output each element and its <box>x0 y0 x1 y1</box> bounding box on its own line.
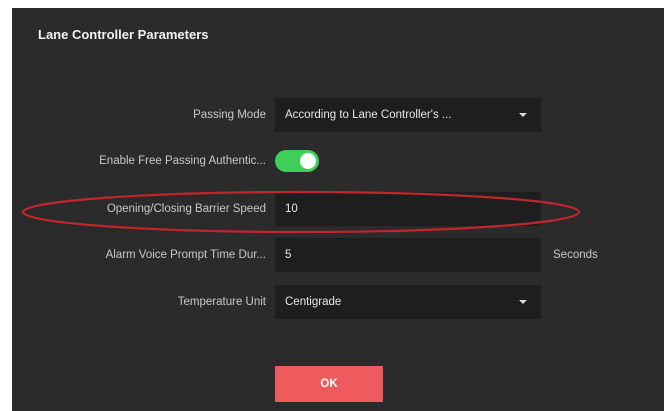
alarm-voice-prompt-unit: Seconds <box>553 249 598 261</box>
free-passing-auth-row: Enable Free Passing Authentic... <box>0 144 672 178</box>
temperature-unit-select[interactable]: Centigrade <box>275 285 541 319</box>
passing-mode-value: According to Lane Controller's ... <box>285 109 452 121</box>
alarm-voice-prompt-input[interactable]: 5 <box>275 238 541 272</box>
temperature-unit-value: Centigrade <box>285 296 342 308</box>
chevron-down-icon <box>519 113 527 117</box>
passing-mode-label: Passing Mode <box>193 109 266 121</box>
alarm-voice-prompt-row: Alarm Voice Prompt Time Dur... 5 Seconds <box>0 238 672 272</box>
temperature-unit-label: Temperature Unit <box>177 296 266 308</box>
page-title: Lane Controller Parameters <box>38 27 209 42</box>
chevron-down-icon <box>519 300 527 304</box>
free-passing-auth-label: Enable Free Passing Authentic... <box>99 155 266 167</box>
toggle-knob <box>300 153 316 169</box>
free-passing-auth-toggle[interactable] <box>275 150 319 172</box>
temperature-unit-row: Temperature Unit Centigrade <box>0 285 672 319</box>
barrier-speed-row: Opening/Closing Barrier Speed 10 <box>0 192 672 226</box>
passing-mode-select[interactable]: According to Lane Controller's ... <box>275 98 541 132</box>
passing-mode-row: Passing Mode According to Lane Controlle… <box>0 98 672 132</box>
alarm-voice-prompt-label: Alarm Voice Prompt Time Dur... <box>105 249 266 261</box>
barrier-speed-input[interactable]: 10 <box>275 192 541 226</box>
ok-button[interactable]: OK <box>275 366 383 402</box>
barrier-speed-label: Opening/Closing Barrier Speed <box>106 203 266 215</box>
